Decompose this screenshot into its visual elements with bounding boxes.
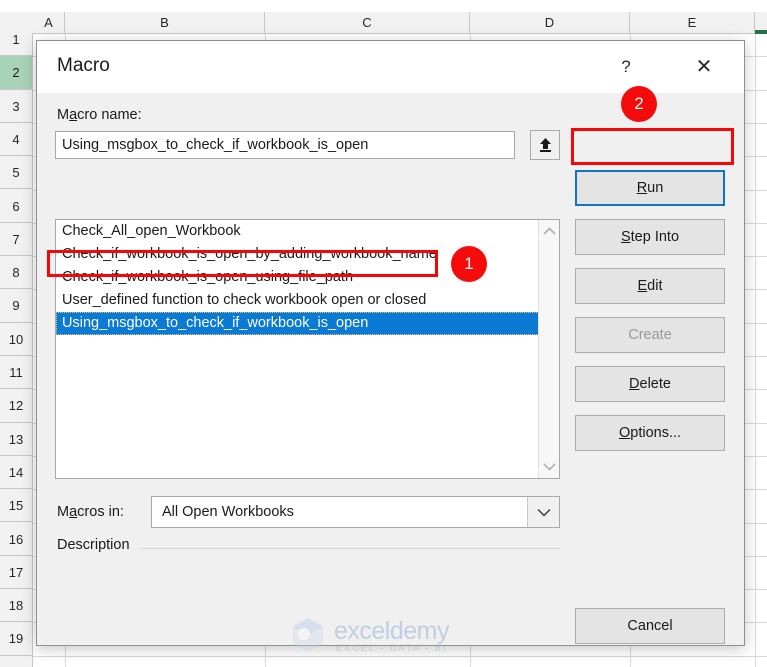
row-header-14[interactable]: 14	[0, 455, 32, 490]
row-header-13[interactable]: 13	[0, 422, 32, 456]
macro-name-up-arrow-button[interactable]	[530, 130, 560, 160]
step-into-label-post: tep Into	[630, 229, 680, 245]
row-header-11[interactable]: 11	[0, 356, 32, 390]
dialog-body: Macro name: Check_All_open_WorkbookCheck…	[37, 93, 744, 645]
edit-button[interactable]: Edit	[575, 268, 725, 304]
macro-name-label-post: cro name:	[77, 107, 142, 123]
close-button[interactable]: ✕	[682, 49, 726, 85]
scroll-down-button[interactable]	[539, 456, 559, 478]
chevron-down-icon	[536, 508, 551, 517]
row-header-8[interactable]: 8	[0, 256, 32, 290]
run-label-post: un	[647, 180, 664, 196]
macros-in-label: Macros in:	[57, 504, 124, 520]
run-label-accel: R	[636, 180, 648, 196]
create-button: Create	[575, 317, 725, 353]
row-header-2[interactable]: 2	[0, 56, 32, 90]
create-label-pre: Create	[628, 327, 672, 343]
row-header-9[interactable]: 9	[0, 289, 32, 323]
column-header-c[interactable]: C	[265, 12, 470, 33]
selection-focus-outline	[56, 312, 539, 335]
macros-in-dropdown-button[interactable]	[527, 497, 559, 527]
column-header-e[interactable]: E	[630, 12, 755, 33]
macro-list-item[interactable]: User_defined function to check workbook …	[56, 289, 539, 312]
edit-label-post: dit	[647, 278, 663, 294]
dialog-title: Macro	[57, 55, 110, 76]
step-into-button[interactable]: Step Into	[575, 219, 725, 255]
macros-in-label-pre: M	[57, 504, 70, 520]
step-into-label-accel: S	[620, 229, 631, 245]
row-header-4[interactable]: 4	[0, 122, 32, 157]
column-header-b[interactable]: B	[65, 12, 265, 33]
scroll-up-button[interactable]	[539, 220, 559, 242]
help-button[interactable]: ?	[604, 49, 648, 85]
chevron-down-icon	[542, 463, 556, 471]
row-header-17[interactable]: 17	[0, 555, 32, 590]
macro-name-label: Macro name:	[57, 107, 142, 123]
row-header-6[interactable]: 6	[0, 189, 32, 223]
options-label-accel: O	[618, 425, 631, 441]
worksheet-accent-edge	[755, 30, 767, 34]
delete-label-accel: D	[629, 376, 640, 392]
column-header-a[interactable]: A	[33, 12, 65, 33]
macro-list-scrollbar[interactable]	[538, 220, 559, 478]
annotation-badge-2: 2	[621, 86, 657, 122]
macro-name-label-accel: a	[69, 107, 78, 123]
delete-label-post: elete	[639, 376, 671, 392]
row-header-column: 1 2 3 4 5 6 7 8 9 10 11 12 13 14 15 16 17 18 19	[0, 23, 33, 667]
column-header-row: ABCDE	[0, 12, 767, 34]
row-header-18[interactable]: 18	[0, 589, 32, 623]
macro-name-input[interactable]	[55, 131, 515, 159]
run-button[interactable]: Run	[575, 170, 725, 206]
delete-button[interactable]: Delete	[575, 366, 725, 402]
edit-label-accel: E	[637, 278, 648, 294]
row-header-7[interactable]: 7	[0, 222, 32, 257]
grid-line-horizontal	[33, 655, 767, 657]
row-header-12[interactable]: 12	[0, 389, 32, 423]
macro-list-item[interactable]: Check_All_open_Workbook	[56, 220, 539, 243]
macros-in-dropdown[interactable]: All Open Workbooks	[151, 496, 560, 528]
description-divider	[141, 548, 560, 549]
column-header-d[interactable]: D	[470, 12, 630, 33]
macros-in-label-accel: a	[69, 504, 78, 520]
row-header-15[interactable]: 15	[0, 489, 32, 523]
row-header-10[interactable]: 10	[0, 322, 32, 356]
macros-in-selected-value: All Open Workbooks	[162, 504, 294, 520]
macros-in-label-post: cros in:	[77, 504, 124, 520]
macro-list-item[interactable]: Using_msgbox_to_check_if_workbook_is_ope…	[56, 312, 539, 335]
annotation-badge-1: 1	[451, 246, 487, 282]
macro-name-label-pre: M	[57, 107, 70, 123]
options-button[interactable]: Options...	[575, 415, 725, 451]
cancel-button[interactable]: Cancel	[575, 608, 725, 644]
description-label: Description	[57, 537, 130, 553]
row-header-3[interactable]: 3	[0, 89, 32, 123]
row-header-5[interactable]: 5	[0, 156, 32, 190]
grid-line-vertical	[755, 34, 756, 667]
up-arrow-icon	[539, 138, 551, 152]
chevron-up-icon	[542, 227, 556, 235]
row-header-16[interactable]: 16	[0, 522, 32, 556]
row-header-19[interactable]: 19	[0, 622, 32, 656]
macro-dialog: Macro ? ✕ Macro name: Check_All_open_Wor…	[36, 40, 745, 646]
row-header-1[interactable]: 1	[0, 23, 32, 57]
options-label-post: ptions...	[630, 425, 682, 441]
